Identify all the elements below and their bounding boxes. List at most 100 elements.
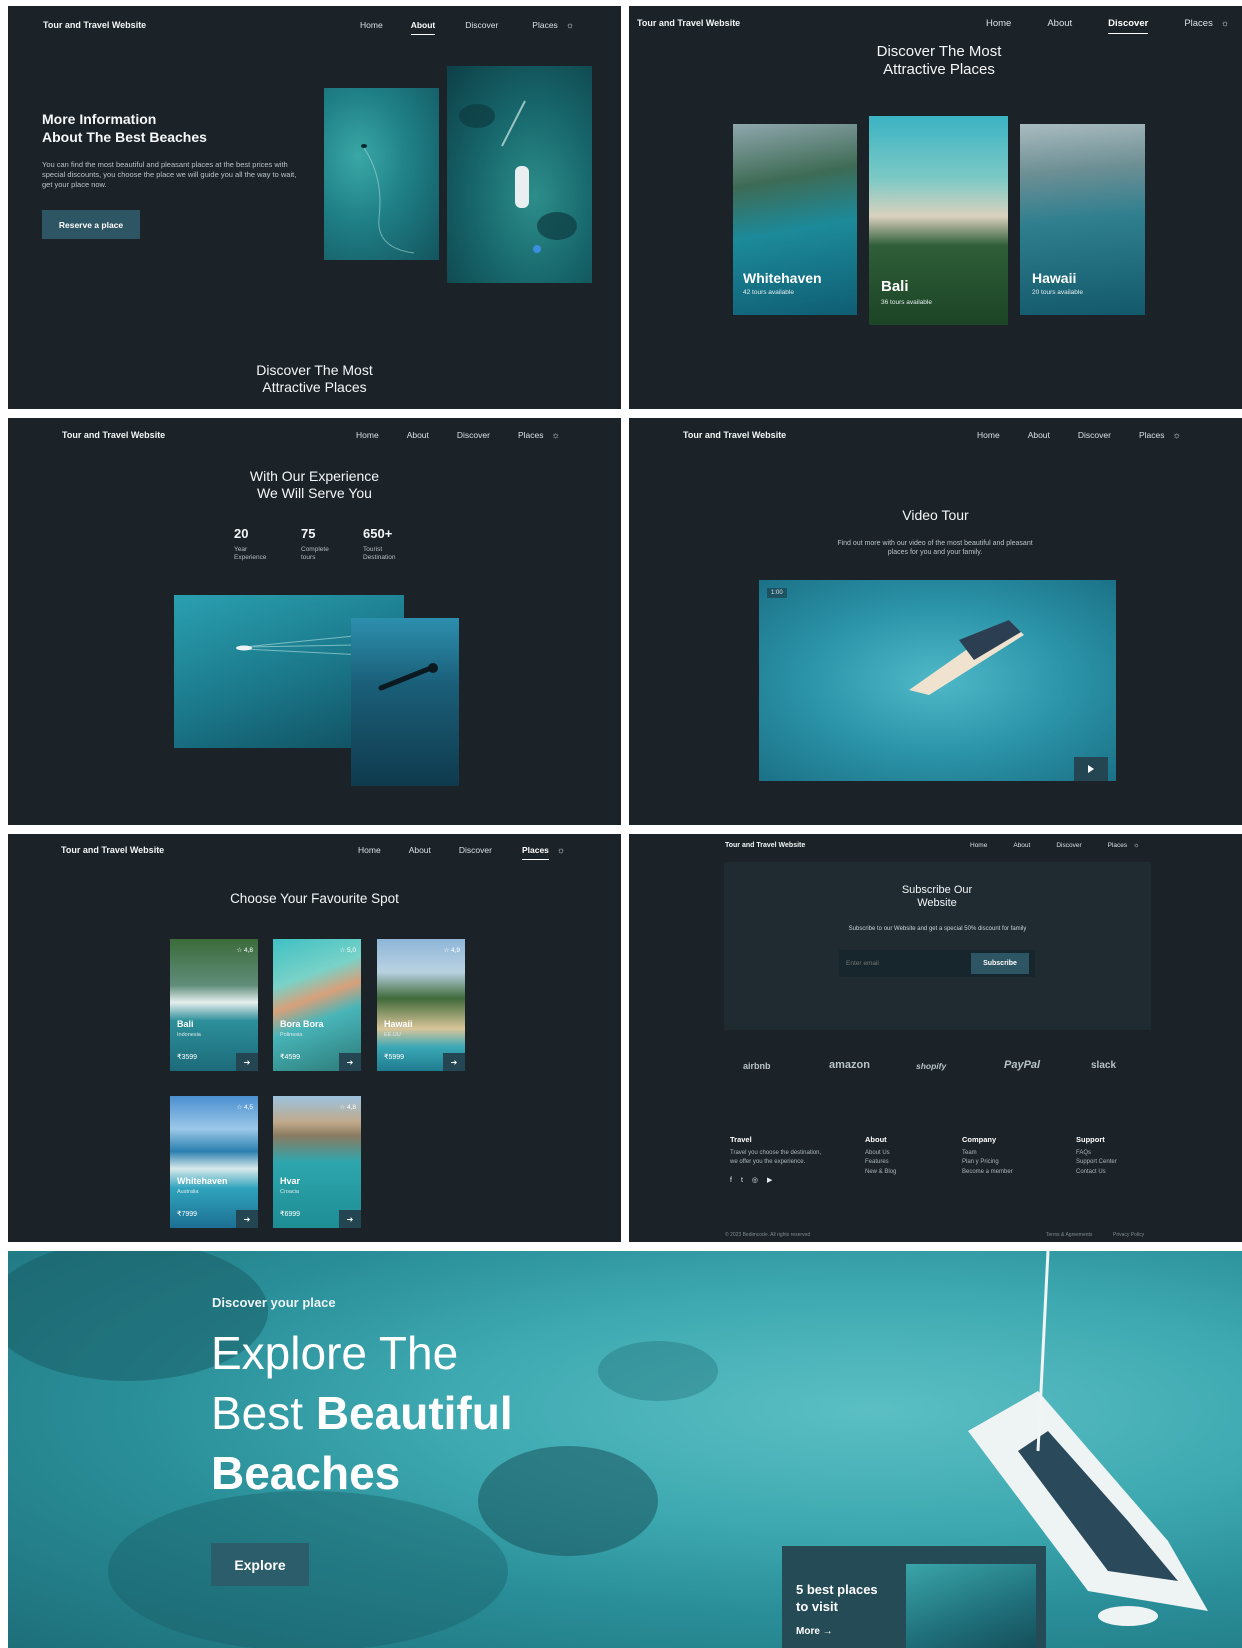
sun-icon[interactable]: ☼ [551,430,559,440]
spot-name: Bali [177,1019,194,1029]
nav-places[interactable]: Places [1139,430,1165,440]
best-places-card[interactable]: 5 best places to visit More → [782,1546,1046,1648]
hero-title-best: Best [211,1387,316,1439]
brand-logo[interactable]: Tour and Travel Website [637,18,740,28]
footer-link[interactable]: Contact Us [1076,1168,1117,1177]
nav-places[interactable]: Places [532,20,558,30]
slack-logo: slack [1091,1060,1117,1071]
sun-icon[interactable]: ☼ [566,20,574,30]
nav-discover[interactable]: Discover [459,845,492,855]
spot-country: Australia [177,1189,199,1195]
nav-home[interactable]: Home [358,845,381,855]
privacy-link[interactable]: Privacy Policy [1113,1232,1144,1238]
spot-card[interactable]: ☆ 5,0 Bora Bora Polinesia ₹4599 ➔ [273,939,361,1071]
yacht-aerial-image [447,66,592,283]
brand-logo[interactable]: Tour and Travel Website [62,430,165,440]
sun-icon[interactable]: ☼ [1221,18,1229,29]
nav-bar: Home About Discover Places ☼ [356,430,560,440]
subscribe-text: Subscribe to our Website and get a speci… [848,926,1027,932]
hero-title-beautiful: Beautiful [315,1387,513,1439]
nav-places[interactable]: Places [521,845,549,860]
spot-arrow-button[interactable]: ➔ [443,1053,465,1071]
more-link[interactable]: More → [796,1626,833,1637]
video-player[interactable]: 1:00 [759,580,1116,781]
card-tours: 42 tours available [743,289,794,296]
play-button[interactable] [1074,757,1108,781]
discover-card-hawaii[interactable]: Hawaii 20 tours available [1020,124,1145,315]
about-panel: Tour and Travel Website Home About Disco… [8,6,621,409]
spot-rating: ☆ 4,8 [339,1104,356,1111]
nav-about[interactable]: About [1013,842,1030,849]
nav-home[interactable]: Home [986,18,1011,29]
nav-places[interactable]: Places [1184,18,1213,29]
nav-discover[interactable]: Discover [1056,842,1081,849]
discover-card-whitehaven[interactable]: Whitehaven 42 tours available [733,124,857,315]
hero-title: Explore The Best Beautiful Beaches [211,1323,513,1503]
next-section-title: Discover The Most Attractive Places [256,362,373,395]
nav-about[interactable]: About [407,430,429,440]
explore-button[interactable]: Explore [211,1543,309,1586]
nav-discover[interactable]: Discover [465,20,498,30]
email-input[interactable] [842,953,970,974]
subscribe-box: Subscribe Our Website Subscribe to our W… [724,862,1151,1030]
footer-link[interactable]: Become a member [962,1168,1013,1177]
nav-places[interactable]: Places [1108,842,1128,849]
sun-icon[interactable]: ☼ [1133,842,1139,849]
nav-discover[interactable]: Discover [1108,18,1149,34]
spot-card[interactable]: ☆ 4,9 Hawaii EE.UU ₹5999 ➔ [377,939,465,1071]
nav-home[interactable]: Home [360,20,383,30]
footer-link[interactable]: Plan y Pricing [962,1158,1013,1167]
spot-arrow-button[interactable]: ➔ [339,1210,361,1228]
brand-logo[interactable]: Tour and Travel Website [725,842,805,849]
shopify-logo: shopify [916,1061,947,1071]
footer-travel-text: Travel you choose the destination, we of… [730,1150,822,1166]
terms-link[interactable]: Terms & Agreements [1046,1232,1092,1238]
nav-places[interactable]: Places [518,430,544,440]
footer-link[interactable]: Team [962,1149,1013,1158]
places-title: Choose Your Favourite Spot [230,891,399,906]
spot-country: Polinesia [280,1032,303,1038]
card-tours: 36 tours available [881,299,932,306]
nav-home[interactable]: Home [970,842,987,849]
nav-home[interactable]: Home [977,430,1000,440]
subscribe-button[interactable]: Subscribe [971,953,1029,974]
nav-discover[interactable]: Discover [457,430,490,440]
spot-arrow-button[interactable]: ➔ [236,1210,258,1228]
sun-icon[interactable]: ☼ [557,845,565,855]
nav-discover[interactable]: Discover [1078,430,1111,440]
twitter-icon[interactable]: t [741,1177,752,1184]
card-title: Whitehaven [743,270,822,286]
spot-price: ₹6999 [280,1211,301,1218]
nav-about[interactable]: About [409,845,431,855]
nav-home[interactable]: Home [356,430,379,440]
nav-about[interactable]: About [1047,18,1072,29]
footer-link[interactable]: Support Center [1076,1158,1117,1167]
spot-card[interactable]: ☆ 4,8 Hvar Croacia ₹6999 ➔ [273,1096,361,1228]
social-icons: ft◎▶ [730,1176,826,1187]
nav-about[interactable]: About [1028,430,1050,440]
footer-link[interactable]: Features [865,1158,896,1167]
spot-card[interactable]: ☆ 4,5 Whitehaven Australia ₹7999 ➔ [170,1096,258,1228]
instagram-icon[interactable]: ◎ [752,1177,767,1184]
footer-link[interactable]: About Us [865,1149,896,1158]
discover-card-bali[interactable]: Bali 36 tours available [869,116,1008,325]
facebook-icon[interactable]: f [730,1177,741,1184]
brand-logo[interactable]: Tour and Travel Website [43,20,146,30]
reserve-button[interactable]: Reserve a place [42,210,140,239]
best-places-image [906,1564,1036,1648]
video-text: Find out more with our video of the most… [837,540,1033,557]
arrow-right-icon: ➔ [243,1214,251,1224]
youtube-icon[interactable]: ▶ [767,1177,781,1184]
nav-about[interactable]: About [410,20,435,35]
brand-logo[interactable]: Tour and Travel Website [683,430,786,440]
spot-arrow-button[interactable]: ➔ [236,1053,258,1071]
footer-link[interactable]: New & Blog [865,1168,896,1177]
spot-arrow-button[interactable]: ➔ [339,1053,361,1071]
spot-name: Hvar [280,1176,301,1186]
spot-card[interactable]: ☆ 4,8 Bali Indonesia ₹3599 ➔ [170,939,258,1071]
video-panel: Tour and Travel Website Home About Disco… [629,418,1242,825]
sun-icon[interactable]: ☼ [1172,430,1180,440]
footer-link[interactable]: FAQs [1076,1149,1117,1158]
amazon-logo: amazon [829,1059,870,1071]
brand-logo[interactable]: Tour and Travel Website [61,845,164,855]
